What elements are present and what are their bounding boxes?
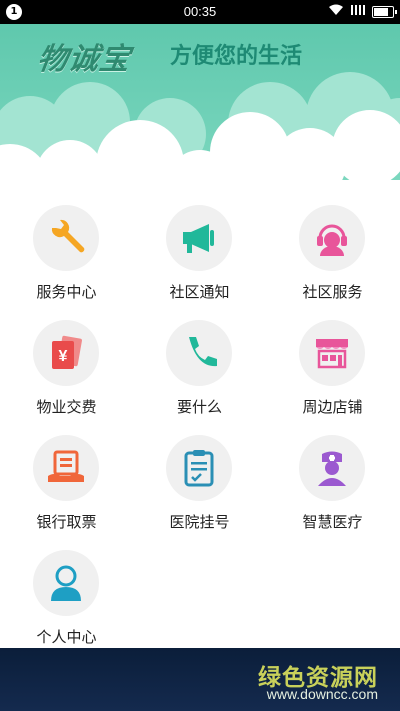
yuan-bill-icon: ¥ xyxy=(33,320,99,386)
watermark-bar: 绿色资源网 www.downcc.com xyxy=(0,648,400,711)
wrench-icon xyxy=(33,205,99,271)
app-brand: 物诚宝 xyxy=(35,43,133,76)
menu-item-nearby-shops[interactable]: 周边店铺 xyxy=(266,315,399,427)
menu-item-community-service[interactable]: 社区服务 xyxy=(266,200,399,312)
watermark-url: www.downcc.com xyxy=(266,686,378,702)
menu-item-hospital-registration[interactable]: 医院挂号 xyxy=(133,430,266,542)
menu-item-property-fee[interactable]: ¥ 物业交费 xyxy=(0,315,133,427)
nurse-icon xyxy=(299,435,365,501)
menu-item-label: 社区通知 xyxy=(169,283,230,301)
app-slogan: 方便您的生活 xyxy=(170,44,303,69)
menu-item-smart-medical[interactable]: 智慧医疗 xyxy=(266,430,399,542)
clipboard-icon xyxy=(166,435,232,501)
user-icon xyxy=(33,550,99,616)
menu-item-service-center[interactable]: 服务中心 xyxy=(0,200,133,312)
menu-item-label: 服务中心 xyxy=(36,283,97,301)
battery-icon xyxy=(372,6,397,18)
menu-item-label: 个人中心 xyxy=(36,628,97,646)
menu-item-label: 要什么 xyxy=(176,398,222,416)
bank-ticket-icon xyxy=(33,435,99,501)
header-banner: 物诚宝 方便您的生活 xyxy=(0,24,400,200)
phone-icon xyxy=(166,320,232,386)
menu-item-label: 社区服务 xyxy=(302,283,363,301)
shop-icon xyxy=(299,320,365,386)
menu-item-want-what[interactable]: 要什么 xyxy=(133,315,266,427)
menu-item-community-notice[interactable]: 社区通知 xyxy=(133,200,266,312)
menu-item-personal-center[interactable]: 个人中心 xyxy=(0,545,133,657)
menu-item-bank-ticket[interactable]: 银行取票 xyxy=(0,430,133,542)
customer-service-icon xyxy=(299,205,365,271)
menu-item-label: 医院挂号 xyxy=(169,513,230,531)
wifi-icon xyxy=(328,4,344,20)
menu-item-label: 周边店铺 xyxy=(302,398,363,416)
menu-item-label: 物业交费 xyxy=(36,398,97,416)
menu-item-label: 智慧医疗 xyxy=(302,513,363,531)
signal-icon xyxy=(350,4,366,20)
status-bar: 1 00:35 xyxy=(0,0,400,24)
megaphone-icon xyxy=(166,205,232,271)
menu-item-label: 银行取票 xyxy=(36,513,97,531)
svg-text:¥: ¥ xyxy=(59,348,68,365)
